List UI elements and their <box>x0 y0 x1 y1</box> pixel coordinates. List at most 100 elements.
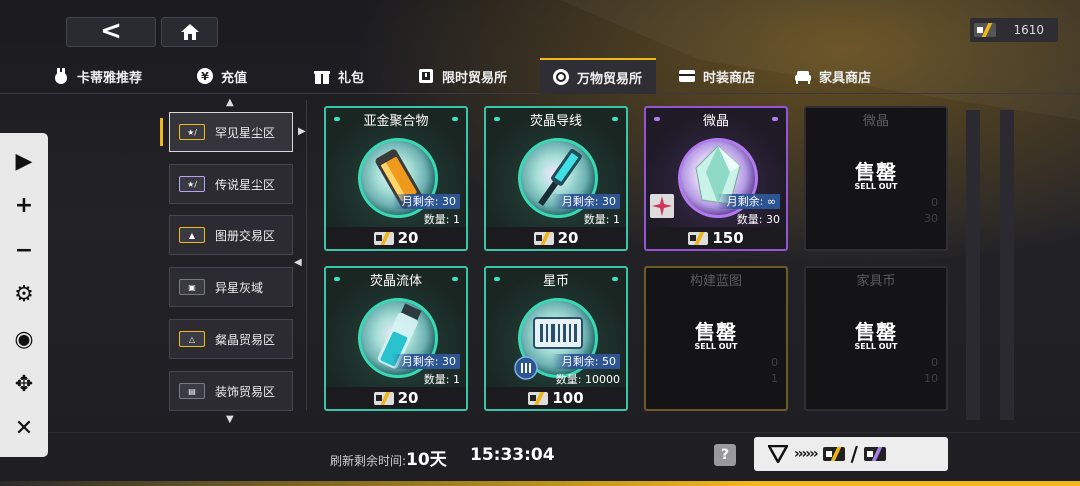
star-coin-icon <box>373 391 394 405</box>
category-crystal-trade[interactable]: △ 粲晶贸易区 <box>169 319 293 359</box>
category-label: 异星灰域 <box>215 280 264 295</box>
divider-line <box>306 100 307 410</box>
sold-out-item-card[interactable]: 构建蓝图 0 1 售罄 SELL OUT <box>644 266 788 411</box>
item-title: 星币 <box>542 274 569 289</box>
move-icon[interactable]: ✥ <box>9 369 39 399</box>
price-bar: 150 <box>646 227 786 249</box>
plus-icon[interactable]: + <box>9 191 39 221</box>
ghost-monthly: 0 <box>931 196 938 209</box>
sold-out-stamp-en: SELL OUT <box>854 342 898 351</box>
tab-label: 礼包 <box>338 70 365 86</box>
refresh-icon <box>552 68 570 86</box>
item-title: 微晶 <box>702 114 729 129</box>
price-bar: 20 <box>486 227 626 249</box>
category-album-trade[interactable]: ▲ 图册交易区 <box>169 215 293 255</box>
category-legend-stardust[interactable]: ★/ 传说星尘区 <box>169 164 293 204</box>
exchange-arrow-icon <box>768 445 788 463</box>
category-icon: △ <box>179 331 205 347</box>
refresh-timer: 刷新剩余时间:10天 <box>330 445 447 470</box>
refresh-time-value: 15:33:04 <box>470 445 555 465</box>
shop-item-card[interactable]: 荧晶导线 月剩余: 30 数量: 1 20 <box>484 106 628 251</box>
home-button[interactable] <box>161 17 218 47</box>
refresh-label: 刷新剩余时间: <box>330 454 407 468</box>
rabbit-icon <box>52 67 70 85</box>
sold-out-item-card[interactable]: 微晶 0 30 售罄 SELL OUT <box>804 106 948 251</box>
category-icon: ▲ <box>179 227 205 243</box>
shop-item-card[interactable]: 亚金聚合物 月剩余: 30 数量: 1 20 <box>324 106 468 251</box>
item-quantity: 数量: 1 <box>423 373 460 386</box>
legend-coin-icon <box>863 447 886 461</box>
tab-limited-trade[interactable]: 限时贸易所 <box>417 58 507 94</box>
item-quantity: 数量: 1 <box>583 213 620 226</box>
category-decoration-trade[interactable]: ▤ 装饰贸易区 <box>169 371 293 411</box>
category-rare-stardust[interactable]: ★/ 罕见星尘区 <box>169 112 293 152</box>
tab-gift-pack[interactable]: 礼包 <box>313 58 364 94</box>
sold-out-stamp: 售罄 <box>855 160 897 184</box>
slash-separator: / <box>850 442 858 466</box>
home-icon <box>180 24 199 40</box>
gear-icon[interactable]: ⚙ <box>9 280 39 310</box>
shop-item-card[interactable]: 星币 月剩余: 50 数量: 10000 100 <box>484 266 628 411</box>
tab-label: 万物贸易所 <box>577 71 643 87</box>
star-coin-icon <box>528 391 549 405</box>
sold-out-stamp-en: SELL OUT <box>854 182 898 191</box>
category-alien-grey-zone[interactable]: ▣ 异星灰域 <box>169 267 293 307</box>
back-button[interactable]: < <box>66 17 156 47</box>
star-coin-icon <box>533 231 554 245</box>
price-bar: 100 <box>486 387 626 409</box>
sold-out-stamp-en: SELL OUT <box>694 342 738 351</box>
monthly-remaining: 月剩余: 30 <box>391 194 460 209</box>
tab-recharge[interactable]: ¥ 充值 <box>196 58 247 94</box>
category-label: 传说星尘区 <box>215 177 276 192</box>
currency-exchange-button[interactable]: ›››››› / <box>754 437 948 471</box>
category-label: 罕见星尘区 <box>215 125 276 140</box>
minus-icon[interactable]: − <box>9 235 39 265</box>
yen-icon: ¥ <box>196 67 214 85</box>
scroll-down-icon[interactable]: ▼ <box>226 414 234 425</box>
sold-out-item-card[interactable]: 家具币 0 10 售罄 SELL OUT <box>804 266 948 411</box>
tab-fashion-shop[interactable]: 时装商店 <box>678 58 755 94</box>
price-bar: 20 <box>326 387 466 409</box>
shop-item-card[interactable]: 微晶 月剩余: ∞ 数量: 30 150 <box>644 106 788 251</box>
tab-label: 限时贸易所 <box>442 70 508 86</box>
bottom-accent-line <box>0 481 1080 486</box>
sold-out-stamp: 售罄 <box>695 320 737 344</box>
item-price: 100 <box>552 389 584 407</box>
item-price: 20 <box>397 389 419 407</box>
category-label: 图册交易区 <box>215 228 276 243</box>
item-price: 150 <box>712 229 744 247</box>
item-title: 构建蓝图 <box>689 274 742 289</box>
help-button[interactable]: ? <box>714 444 736 466</box>
item-title: 亚金聚合物 <box>363 114 429 129</box>
category-pointer-right-icon: ▶ <box>298 126 306 137</box>
ghost-monthly: 0 <box>931 356 938 369</box>
tab-label: 时装商店 <box>703 70 756 86</box>
category-pointer-left-icon: ◀ <box>294 257 302 268</box>
scroll-up-icon[interactable]: ▲ <box>226 97 234 108</box>
item-title: 荧晶导线 <box>529 114 582 129</box>
ghost-quantity: 1 <box>771 372 778 385</box>
category-icon: ▣ <box>179 279 205 295</box>
shop-item-card[interactable]: 荧晶流体 月剩余: 30 数量: 1 20 <box>324 266 468 411</box>
back-chevron-icon: < <box>100 15 122 46</box>
chevrons-icon: ›››››› <box>794 446 819 462</box>
tab-furniture-shop[interactable]: 家具商店 <box>794 58 871 94</box>
currency-value: 1610 <box>1013 23 1044 37</box>
tab-label: 充值 <box>221 70 248 86</box>
sofa-icon <box>794 67 812 85</box>
tab-katia-recommend[interactable]: 卡蒂雅推荐 <box>52 58 142 94</box>
star-coin-icon <box>822 447 845 461</box>
play-icon[interactable]: ▶ <box>9 146 39 176</box>
category-icon: ★/ <box>179 176 205 192</box>
active-category-marker <box>160 118 163 146</box>
item-quantity: 数量: 1 <box>423 213 460 226</box>
help-icon: ? <box>720 447 730 463</box>
monthly-remaining: 月剩余: 50 <box>551 354 620 369</box>
star-coin-icon <box>974 23 996 37</box>
close-icon[interactable]: ✕ <box>9 414 39 444</box>
wardrobe-icon <box>678 67 696 85</box>
tab-label: 卡蒂雅推荐 <box>77 70 143 86</box>
tab-universal-trade[interactable]: 万物贸易所 <box>540 58 656 94</box>
currency-display: 1610 <box>970 18 1058 42</box>
eye-icon[interactable]: ◉ <box>9 325 39 355</box>
